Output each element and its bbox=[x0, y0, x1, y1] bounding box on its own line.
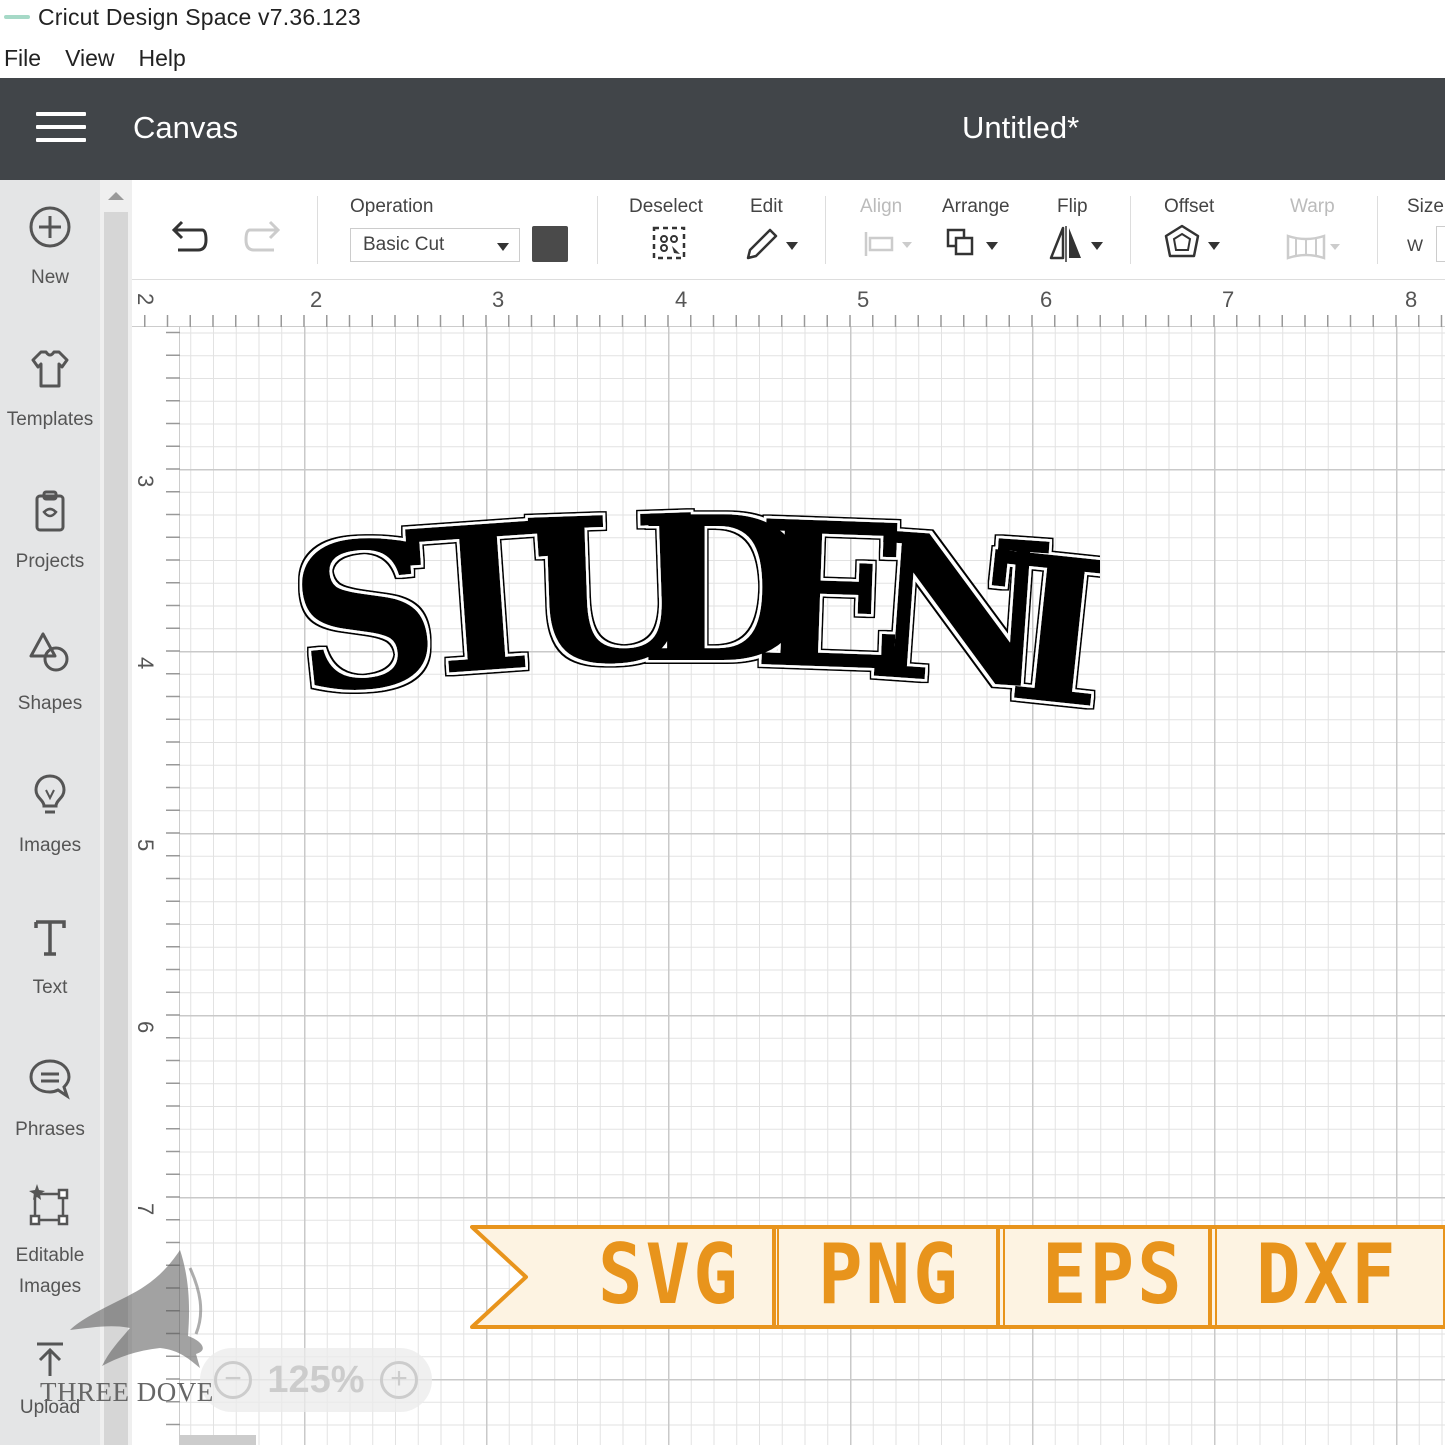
ruler-label-2: 2 bbox=[310, 287, 323, 312]
menu-view[interactable]: View bbox=[65, 45, 114, 72]
ruler-label-8: 8 bbox=[1405, 287, 1418, 312]
ruler-label-7: 7 bbox=[1222, 287, 1235, 312]
sidebar-item-new[interactable]: New bbox=[0, 204, 100, 293]
tshirt-icon bbox=[31, 350, 69, 388]
zoom-in-button[interactable]: + bbox=[379, 1361, 418, 1399]
menu-bar: File View Help bbox=[0, 38, 210, 78]
ruler-label-v5: 5 bbox=[133, 839, 158, 852]
format-svg: SVG bbox=[598, 1226, 741, 1324]
ruler-label-v4: 4 bbox=[133, 657, 158, 670]
format-dxf: DXF bbox=[1256, 1226, 1399, 1324]
document-title[interactable]: Untitled* bbox=[962, 110, 1079, 146]
sidebar-label-new: New bbox=[30, 267, 69, 288]
sidebar-label-images: Images bbox=[18, 835, 82, 856]
sidebar-label-phrases: Phrases bbox=[15, 1119, 85, 1140]
horizontal-ruler: 2 2 3 4 5 6 7 8 bbox=[132, 281, 1445, 327]
pencil-icon[interactable] bbox=[742, 224, 802, 264]
sidebar-item-phrases[interactable]: Phrases bbox=[0, 1056, 100, 1145]
arrange-label: Arrange bbox=[942, 196, 1010, 217]
redo-icon[interactable] bbox=[242, 218, 288, 258]
align-label: Align bbox=[860, 196, 903, 217]
student-letters: STUDENT bbox=[290, 471, 1100, 730]
ruler-label-6: 6 bbox=[1040, 287, 1053, 312]
editable-image-icon bbox=[29, 1184, 69, 1226]
sidebar-label-templates: Templates bbox=[6, 409, 94, 430]
text-icon bbox=[34, 920, 66, 956]
watermark-text: THREE DOVE bbox=[40, 1377, 214, 1407]
sidebar-item-templates[interactable]: Templates bbox=[0, 346, 100, 435]
sidebar-label-shapes: Shapes bbox=[17, 693, 83, 714]
scroll-up-arrow-icon[interactable] bbox=[108, 192, 124, 200]
plus-circle-icon bbox=[29, 206, 71, 248]
sidebar-item-projects[interactable]: Projects bbox=[0, 488, 100, 577]
align-icon bbox=[864, 232, 912, 256]
edit-toolbar: Operation Basic Cut Deselect Edit Align … bbox=[132, 180, 1445, 280]
section-title: Canvas bbox=[133, 110, 239, 145]
shapes-icon bbox=[29, 632, 69, 672]
size-width-input[interactable] bbox=[1436, 226, 1445, 262]
operation-select[interactable]: Basic Cut bbox=[350, 228, 520, 262]
format-png: PNG bbox=[818, 1226, 961, 1324]
sidebar-label-text: Text bbox=[32, 977, 68, 998]
operation-color-swatch[interactable] bbox=[532, 226, 568, 262]
horizontal-scrollbar-thumb[interactable] bbox=[180, 1435, 256, 1445]
sidebar-label-projects: Projects bbox=[15, 551, 85, 572]
sidebar-item-shapes[interactable]: Shapes bbox=[0, 630, 100, 719]
ruler-label-v6: 6 bbox=[133, 1021, 158, 1034]
speech-bubble-icon bbox=[29, 1059, 71, 1100]
lightbulb-icon bbox=[34, 774, 66, 814]
app-header: Canvas Untitled* bbox=[0, 78, 1445, 180]
undo-icon[interactable] bbox=[164, 218, 210, 258]
arrange-icon[interactable] bbox=[944, 224, 1004, 264]
clipboard-icon bbox=[35, 490, 65, 532]
sidebar-item-text[interactable]: Text bbox=[0, 914, 100, 1003]
horizontal-ruler-ticks bbox=[144, 315, 1443, 327]
student-text-design[interactable]: STUDENT bbox=[290, 470, 1100, 730]
flip-label: Flip bbox=[1057, 196, 1088, 217]
toolbar-separator bbox=[597, 196, 598, 264]
hamburger-menu-icon[interactable] bbox=[36, 112, 86, 146]
sidebar-item-images[interactable]: Images bbox=[0, 772, 100, 861]
offset-label: Offset bbox=[1164, 196, 1215, 217]
operation-value: Basic Cut bbox=[363, 234, 445, 255]
deselect-label: Deselect bbox=[629, 196, 703, 217]
window-title: Cricut Design Space v7.36.123 bbox=[38, 3, 361, 30]
toolbar-separator bbox=[1130, 196, 1131, 264]
menu-file[interactable]: File bbox=[4, 45, 41, 72]
warp-icon bbox=[1286, 234, 1340, 260]
deselect-icon[interactable] bbox=[650, 224, 690, 264]
flip-icon[interactable] bbox=[1047, 224, 1107, 264]
window-titlebar: Cricut Design Space v7.36.123 bbox=[0, 0, 1445, 34]
size-width-label: W bbox=[1407, 236, 1424, 255]
menu-help[interactable]: Help bbox=[139, 45, 186, 72]
chevron-down-icon bbox=[497, 243, 509, 251]
edit-label: Edit bbox=[750, 196, 783, 217]
ruler-label-2-top: 2 bbox=[133, 293, 158, 306]
warp-label: Warp bbox=[1290, 196, 1335, 217]
toolbar-separator bbox=[1377, 196, 1378, 264]
ruler-label-3: 3 bbox=[492, 287, 505, 312]
format-eps: EPS bbox=[1042, 1226, 1185, 1324]
ruler-label-v7: 7 bbox=[133, 1203, 158, 1216]
toolbar-separator bbox=[825, 196, 826, 264]
ruler-label-4: 4 bbox=[675, 287, 688, 312]
size-label: Size bbox=[1407, 196, 1444, 217]
toolbar-separator bbox=[317, 196, 318, 264]
cricut-logo-icon bbox=[4, 15, 30, 19]
operation-label: Operation bbox=[350, 196, 434, 217]
offset-icon[interactable] bbox=[1164, 224, 1224, 264]
ruler-label-v3: 3 bbox=[133, 475, 158, 488]
zoom-value: 125% bbox=[267, 1358, 365, 1401]
ruler-label-5: 5 bbox=[857, 287, 870, 312]
